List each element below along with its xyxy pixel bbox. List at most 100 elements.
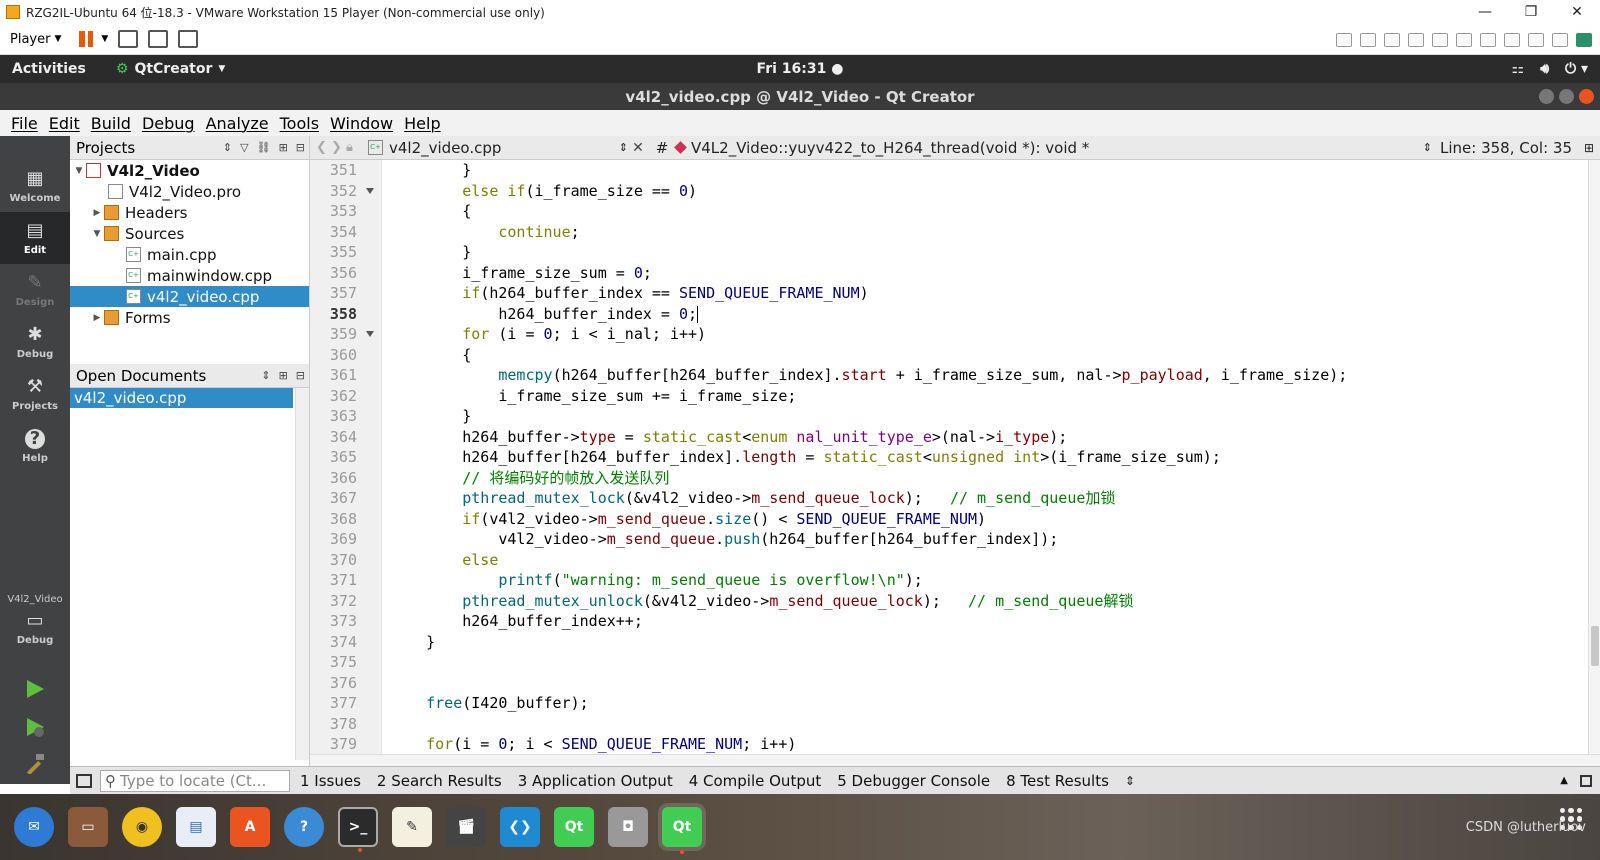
symbol-selector[interactable]: V4L2_Video::yuyv422_to_H264_thread(void … <box>674 139 1440 157</box>
cd-icon[interactable] <box>1384 32 1400 47</box>
writer-icon[interactable]: ▤ <box>176 807 216 847</box>
tree-item-mainwindow-cpp[interactable]: C+ mainwindow.cpp <box>70 265 309 286</box>
thunderbird-icon[interactable]: ✉ <box>14 807 54 847</box>
mode-design[interactable]: ✎ Design <box>0 264 70 316</box>
kit-selector[interactable]: V4l2_Video ▭ Debug <box>0 580 70 660</box>
menu-build[interactable]: Build <box>91 114 131 133</box>
projects-title[interactable]: Projects <box>76 139 135 157</box>
qtcreator-icon[interactable]: Qt <box>662 807 702 854</box>
open-documents-scrollbar[interactable] <box>295 388 309 760</box>
tree-item-pro-file[interactable]: V4l2_Video.pro <box>70 181 309 202</box>
network-icon[interactable] <box>1336 32 1352 47</box>
files-icon[interactable]: ▭ <box>68 807 108 847</box>
player-menu[interactable]: Player ▼ <box>10 32 61 47</box>
list-item[interactable]: v4l2_video.cpp <box>70 388 293 408</box>
code-line[interactable]: 364 h264_buffer->type = static_cast<enum… <box>310 427 1590 447</box>
updown-icon[interactable]: ⇕ <box>1125 774 1135 788</box>
code-line[interactable]: 360 { <box>310 345 1590 365</box>
menu-window[interactable]: Window <box>330 114 393 133</box>
help-icon[interactable]: ? <box>284 807 324 847</box>
software-icon[interactable]: A <box>230 807 270 847</box>
vscode-icon[interactable]: ❮❯ <box>500 807 540 847</box>
split-icon[interactable]: ⊞ <box>279 141 288 154</box>
fold-marker-icon[interactable] <box>366 187 374 194</box>
fold-marker-icon[interactable] <box>366 331 374 337</box>
updown-icon[interactable]: ⇕ <box>223 141 232 154</box>
code-line[interactable]: 351 } <box>310 160 1590 180</box>
filter-icon[interactable]: ▽ <box>240 141 248 154</box>
activities-button[interactable]: Activities <box>12 61 86 77</box>
clock[interactable]: Fri 16:31 <box>757 61 827 77</box>
mode-edit[interactable]: ▤ Edit <box>0 212 70 264</box>
code-line[interactable]: 363 } <box>310 406 1590 426</box>
tree-item-forms[interactable]: ▶ Forms <box>70 307 309 328</box>
code-line[interactable]: 373 h264_buffer_index++; <box>310 611 1590 631</box>
power-icon[interactable]: ⏻ ▾ <box>1565 61 1588 77</box>
code-line[interactable]: 375 <box>310 652 1590 672</box>
code-line[interactable]: 354 continue; <box>310 222 1590 242</box>
updown-icon[interactable]: ⇕ <box>261 369 270 382</box>
rhythmbox-icon[interactable]: ◉ <box>122 807 162 847</box>
minimize-button[interactable]: — <box>1462 0 1508 24</box>
editor-vscrollbar[interactable] <box>1588 160 1600 754</box>
menu-analyze[interactable]: Analyze <box>206 114 269 133</box>
close-icon[interactable] <box>1579 89 1594 104</box>
screenshot-icon[interactable]: ◘ <box>608 807 648 847</box>
code-line[interactable]: 358 h264_buffer_index = 0; <box>310 304 1590 324</box>
code-editor[interactable]: 351 } 352 else if(i_frame_size == 0) 353 {… <box>310 160 1590 754</box>
code-line[interactable]: 361 memcpy(h264_buffer[h264_buffer_index… <box>310 365 1590 385</box>
code-line[interactable]: 372 pthread_mutex_unlock(&v4l2_video->m_… <box>310 591 1590 611</box>
pane-issues[interactable]: 1 Issues <box>300 772 361 790</box>
code-line[interactable]: 377 free(I420_buffer); <box>310 693 1590 713</box>
camera-icon[interactable] <box>1552 32 1568 47</box>
code-line[interactable]: 367 pthread_mutex_lock(&v4l2_video->m_se… <box>310 488 1590 508</box>
code-line[interactable]: 353 { <box>310 201 1590 221</box>
menu-debug[interactable]: Debug <box>142 114 195 133</box>
chevron-right-icon[interactable]: ▶ <box>90 208 104 218</box>
video-icon[interactable]: 🎬︎ <box>446 807 486 847</box>
code-line[interactable]: 374 } <box>310 632 1590 652</box>
tree-item-project[interactable]: ▼ V4l2_Video <box>70 160 309 181</box>
sound-icon[interactable] <box>1504 32 1520 47</box>
message-icon[interactable] <box>1576 32 1592 47</box>
chevron-up-icon[interactable]: ▲ <box>1560 775 1568 786</box>
split-icon[interactable]: ⊞ <box>1584 141 1594 155</box>
nav-arrows[interactable]: ❮ ❯ 🔒︎ <box>316 140 368 155</box>
cd2-icon[interactable] <box>1408 32 1424 47</box>
code-line[interactable]: 355 } <box>310 242 1590 262</box>
run-icon[interactable] <box>24 678 46 700</box>
system-tray[interactable]: ⚏ 🔊︎ ⏻ ▾ <box>1512 61 1588 77</box>
code-line[interactable]: 371 printf("warning: m_send_queue is ove… <box>310 570 1590 590</box>
close-panel-icon[interactable]: ⊟ <box>296 141 305 154</box>
display-icon[interactable] <box>1528 32 1544 47</box>
editor-hscrollbar[interactable] <box>310 754 1600 766</box>
split-icon[interactable]: ⊞ <box>279 369 288 382</box>
printer-icon[interactable] <box>1480 32 1496 47</box>
code-line[interactable]: 357 if(h264_buffer_index == SEND_QUEUE_F… <box>310 283 1590 303</box>
code-line[interactable]: 379 for(i = 0; i < SEND_QUEUE_FRAME_NUM;… <box>310 734 1590 754</box>
open-documents-title[interactable]: Open Documents <box>76 367 206 385</box>
tree-item-headers[interactable]: ▶ Headers <box>70 202 309 223</box>
close-button[interactable]: ✕ <box>1554 0 1600 24</box>
maximize-icon[interactable] <box>1559 89 1574 104</box>
chevron-right-icon[interactable]: ▶ <box>90 313 104 323</box>
tree-item-v4l2-video-cpp[interactable]: C+ v4l2_video.cpp <box>70 286 309 307</box>
floppy-icon[interactable] <box>1432 32 1448 47</box>
minimize-icon[interactable] <box>1539 89 1554 104</box>
app-menu[interactable]: ⚙ QtCreator ▼ <box>116 61 225 77</box>
code-line[interactable]: 370 else <box>310 550 1590 570</box>
menu-help[interactable]: Help <box>404 114 440 133</box>
tree-item-main-cpp[interactable]: C+ main.cpp <box>70 244 309 265</box>
chevron-down-icon[interactable]: ▼ <box>101 34 108 44</box>
unity-icon[interactable] <box>178 30 199 48</box>
code-line[interactable]: 366 // 将编码好的帧放入发送队列 <box>310 468 1590 488</box>
pane-compile-output[interactable]: 4 Compile Output <box>689 772 822 790</box>
fullscreen-icon[interactable] <box>148 30 169 48</box>
close-document-button[interactable]: ✕ <box>628 140 648 156</box>
send-ctrl-alt-del-icon[interactable] <box>118 30 139 48</box>
pane-test-results[interactable]: 8 Test Results <box>1006 772 1109 790</box>
code-line[interactable]: 352 else if(i_frame_size == 0) <box>310 181 1590 201</box>
mode-debug[interactable]: ✱ Debug <box>0 316 70 368</box>
hdd-icon[interactable] <box>1360 32 1376 47</box>
menu-file[interactable]: File <box>11 114 38 133</box>
